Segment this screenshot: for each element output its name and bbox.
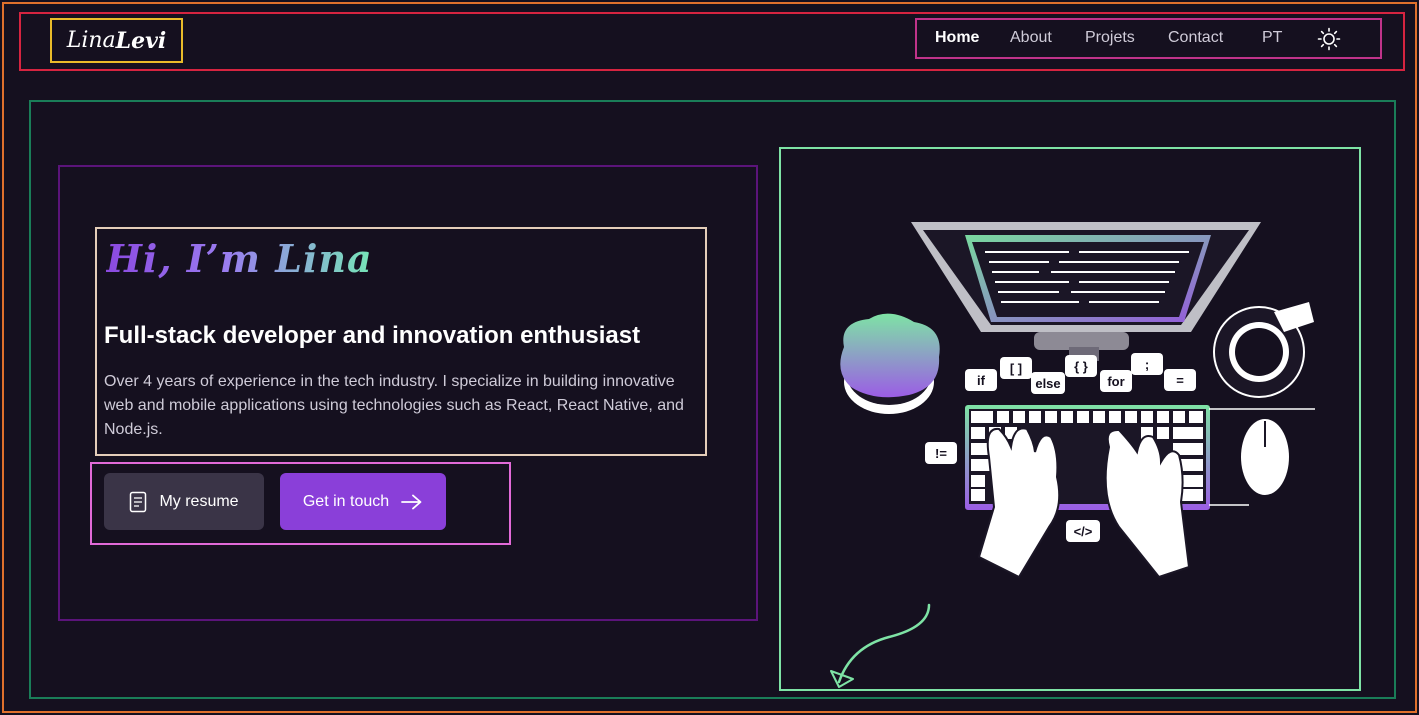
get-in-touch-button[interactable]: Get in touch (280, 473, 446, 530)
svg-text:[ ]: [ ] (1010, 361, 1022, 376)
language-toggle[interactable]: PT (1262, 29, 1282, 47)
arrow-right-icon (401, 494, 422, 509)
sun-icon[interactable] (1317, 27, 1341, 51)
code-bubble-equals: = (1164, 369, 1196, 391)
nav-about[interactable]: About (1010, 29, 1052, 47)
mouse-icon (1209, 408, 1315, 506)
code-bubble-semicolon: ; (1131, 353, 1163, 375)
logo[interactable]: Lina Levi (50, 18, 183, 63)
nav-home[interactable]: Home (935, 29, 979, 47)
logo-part-2: Levi (115, 27, 167, 54)
svg-text:;: ; (1145, 357, 1149, 372)
monitor-icon (911, 222, 1261, 361)
get-in-touch-label: Get in touch (302, 492, 390, 510)
plant-icon (840, 313, 940, 414)
nav-contact[interactable]: Contact (1168, 29, 1223, 47)
resume-button[interactable]: My resume (104, 473, 264, 530)
hero-headline: Full-stack developer and innovation enth… (104, 322, 641, 349)
code-bubble-braces: { } (1065, 355, 1097, 377)
hero-greeting: Hi, I’m Lina (106, 236, 373, 281)
logo-part-1: Lina (66, 28, 116, 53)
code-bubble-if: if (965, 369, 997, 391)
main-nav: Home About Projets Contact PT (915, 18, 1382, 59)
svg-text:{ }: { } (1074, 359, 1088, 374)
svg-text:</>: </> (1074, 524, 1093, 539)
hero-description: Over 4 years of experience in the tech i… (104, 373, 684, 438)
svg-text:else: else (1035, 376, 1060, 391)
resume-button-label: My resume (159, 492, 239, 510)
code-bubble-not-equals: != (925, 442, 957, 464)
document-icon (130, 491, 147, 512)
svg-text:for: for (1107, 374, 1124, 389)
svg-text:=: = (1176, 373, 1184, 388)
coffee-cup-icon (1213, 302, 1314, 398)
code-bubble-for: for (1100, 370, 1132, 392)
code-bubble-brackets: [ ] (1000, 357, 1032, 379)
curved-arrow-icon (830, 603, 931, 688)
code-bubble-tag: </> (1066, 520, 1100, 542)
svg-text:!=: != (935, 446, 947, 461)
code-bubble-else: else (1031, 372, 1065, 394)
nav-projets[interactable]: Projets (1085, 29, 1135, 47)
developer-illustration: if [ ] else { } for ; = != </> (830, 222, 1315, 688)
svg-text:if: if (977, 373, 986, 388)
